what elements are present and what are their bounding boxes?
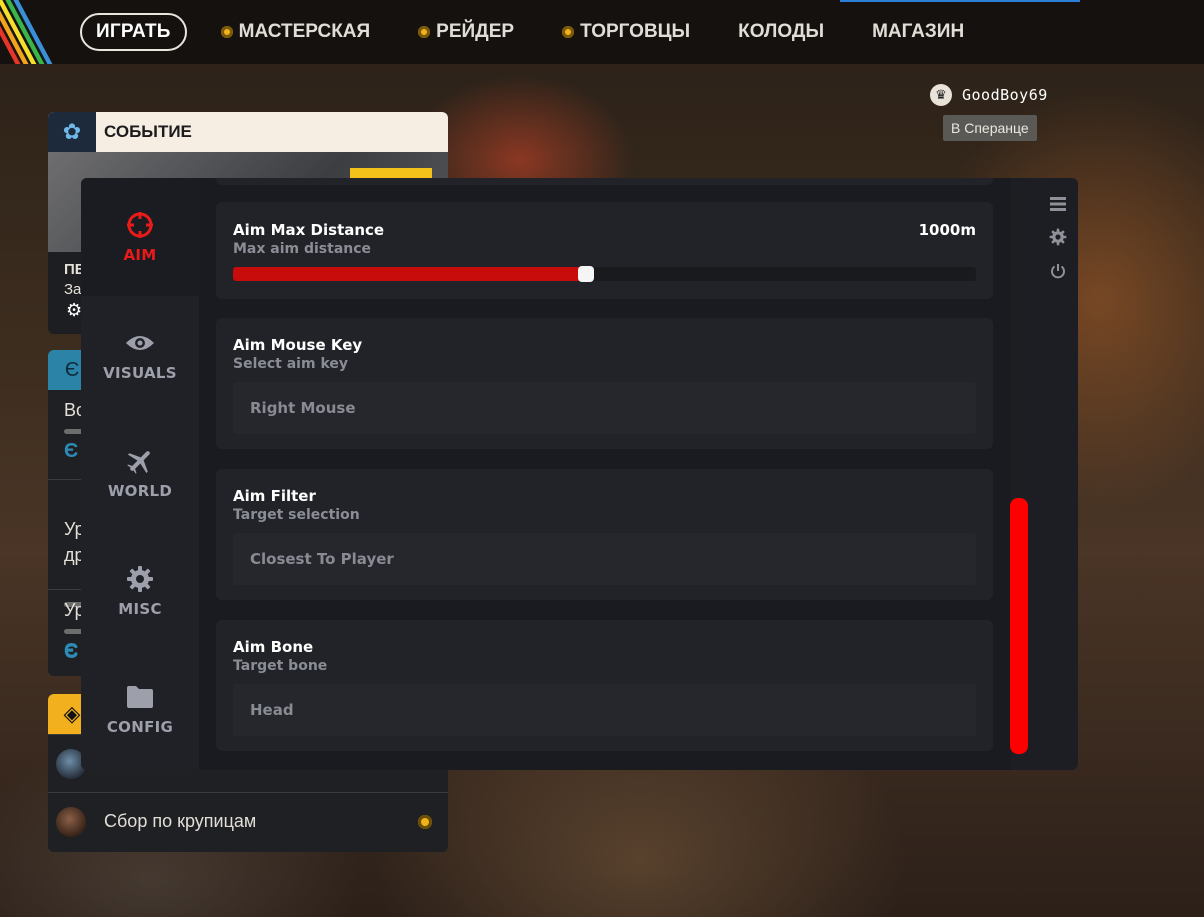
setting-aim-max-distance: Aim Max Distance Max aim distance 1000m [216, 202, 993, 299]
content-scrollbar[interactable] [1010, 194, 1028, 754]
nav-workshop-label: МАСТЕРСКАЯ [238, 21, 371, 42]
power-icon[interactable] [1045, 258, 1071, 284]
setting-aim-filter: Aim Filter Target selection Closest To P… [216, 469, 993, 600]
setting-title: Aim Max Distance [233, 221, 385, 239]
folder-icon [126, 682, 154, 712]
list-icon[interactable] [1045, 191, 1071, 217]
coin-icon [418, 815, 432, 829]
nav-decks[interactable]: КОЛОДЫ [738, 21, 824, 43]
cheat-menu: AIM VISUALS WORLD MISC CONFIG Aim Max Di… [81, 178, 1078, 770]
nav-decks-label: КОЛОДЫ [738, 21, 825, 42]
player-name: GoodBoy69 [962, 86, 1048, 104]
nav-workshop[interactable]: МАСТЕРСКАЯ [220, 21, 371, 43]
setting-title: Aim Filter [233, 487, 316, 505]
setting-value: 1000m [918, 221, 976, 239]
aim-filter-select[interactable]: Closest To Player [233, 533, 976, 585]
event-gear-icon[interactable]: ⚙ [66, 300, 82, 321]
setting-aim-bone: Aim Bone Target bone Head [216, 620, 993, 751]
tab-visuals[interactable]: VISUALS [81, 296, 199, 414]
menu-sidebar: AIM VISUALS WORLD MISC CONFIG [81, 178, 199, 770]
slider-fill [233, 267, 586, 281]
coin-icon [418, 26, 431, 38]
tab-misc[interactable]: MISC [81, 532, 199, 650]
scrollbar-thumb[interactable] [1010, 498, 1028, 754]
tab-world-label: WORLD [107, 482, 173, 500]
event-title: СОБЫТИЕ [104, 122, 192, 141]
crosshair-icon [126, 210, 154, 240]
settings-icon[interactable] [1045, 224, 1071, 250]
gear-icon [126, 564, 154, 594]
coin-icon [562, 26, 575, 38]
nav-raider-label: РЕЙДЕР [436, 21, 515, 42]
tab-misc-label: MISC [118, 600, 162, 618]
distance-slider[interactable] [233, 266, 976, 282]
setting-card-partial [216, 178, 993, 185]
nav-raider[interactable]: РЕЙДЕР [418, 21, 514, 43]
setting-subtitle: Select aim key [233, 356, 349, 372]
aim-key-select[interactable]: Right Mouse [233, 382, 976, 434]
game-logo-stripes [0, 0, 70, 64]
setting-subtitle: Target bone [233, 658, 328, 674]
plane-icon [125, 446, 155, 476]
eye-icon [125, 328, 155, 358]
top-accent-line [840, 0, 1080, 2]
tab-aim-label: AIM [123, 246, 157, 264]
player-status: В Сперанце [943, 115, 1037, 141]
event-header: ✿ СОБЫТИЕ [48, 112, 448, 152]
nav-shop-label: МАГАЗИН [872, 21, 965, 42]
nav-shop[interactable]: МАГАЗИН [872, 21, 964, 43]
setting-subtitle: Target selection [233, 507, 360, 523]
flower-icon: ✿ [48, 112, 96, 152]
setting-aim-mouse-key: Aim Mouse Key Select aim key Right Mouse [216, 318, 993, 449]
nav-traders-label: ТОРГОВЦЫ [580, 21, 691, 42]
avatar [56, 806, 86, 837]
menu-content: Aim Max Distance Max aim distance 1000m … [199, 178, 1011, 770]
setting-title: Aim Mouse Key [233, 336, 363, 354]
setting-title: Aim Bone [233, 638, 314, 656]
nav-traders[interactable]: ТОРГОВЦЫ [562, 21, 690, 43]
main-nav: ИГРАТЬ МАСТЕРСКАЯ РЕЙДЕР ТОРГОВЦЫ КОЛОДЫ… [80, 13, 964, 51]
tab-visuals-label: VISUALS [103, 364, 177, 382]
setting-subtitle: Max aim distance [233, 241, 372, 257]
player-badge[interactable]: ♛ GoodBoy69 [930, 84, 1048, 106]
tab-aim[interactable]: AIM [81, 178, 199, 296]
aim-bone-select[interactable]: Head [233, 684, 976, 736]
coin-icon [220, 26, 233, 38]
raid-row[interactable]: Сбор по крупицам [48, 792, 448, 850]
menu-right-rail [1039, 178, 1078, 770]
raid-row-label: Сбор по крупицам [104, 811, 257, 831]
tab-config[interactable]: CONFIG [81, 650, 199, 768]
nav-play-button[interactable]: ИГРАТЬ [80, 13, 187, 51]
crown-icon: ♛ [930, 84, 952, 106]
tab-world[interactable]: WORLD [81, 414, 199, 532]
slider-thumb[interactable] [578, 266, 594, 282]
tab-config-label: CONFIG [106, 718, 174, 736]
